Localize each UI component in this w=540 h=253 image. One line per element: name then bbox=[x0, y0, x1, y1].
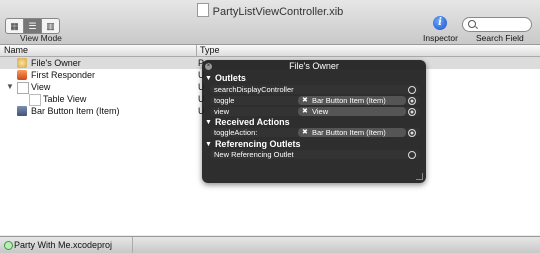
disclosure-triangle-icon[interactable]: ▼ bbox=[6, 81, 14, 93]
connection-circle-icon[interactable] bbox=[408, 129, 416, 137]
icon-view-button[interactable]: ▦ bbox=[6, 19, 24, 33]
bar-button-item-icon bbox=[17, 106, 27, 116]
column-header-type[interactable]: Type bbox=[200, 45, 220, 55]
column-divider[interactable] bbox=[196, 45, 197, 56]
received-actions-section-header[interactable]: ▼ Received Actions bbox=[205, 117, 290, 127]
row-name: Bar Button Item (Item) bbox=[31, 106, 120, 116]
connection-target[interactable]: ✖ Bar Button Item (Item) bbox=[298, 96, 406, 105]
outlet-row[interactable]: view ✖ View bbox=[210, 107, 420, 116]
referencing-outlets-section-header[interactable]: ▼ Referencing Outlets bbox=[205, 139, 300, 149]
disconnect-icon[interactable]: ✖ bbox=[302, 128, 308, 137]
info-icon[interactable]: i bbox=[433, 16, 447, 30]
toolbar: PartyListViewController.xib ▦ ☰ ▥ View M… bbox=[0, 0, 540, 45]
disclosure-triangle-icon: ▼ bbox=[205, 119, 212, 126]
connection-target[interactable]: ✖ View bbox=[298, 107, 406, 116]
connection-circle-icon[interactable] bbox=[408, 151, 416, 159]
connection-circle-icon[interactable] bbox=[408, 108, 416, 116]
action-row[interactable]: toggleAction: ✖ Bar Button Item (Item) bbox=[210, 128, 420, 137]
row-name: View bbox=[31, 82, 51, 92]
disclosure-triangle-icon: ▼ bbox=[205, 141, 212, 148]
files-owner-icon bbox=[17, 58, 27, 68]
view-mode-label: View Mode bbox=[20, 33, 62, 43]
connection-circle-icon[interactable] bbox=[408, 86, 416, 94]
row-name: Table View bbox=[43, 94, 87, 104]
outlet-row[interactable]: searchDisplayController bbox=[210, 85, 420, 94]
connection-circle-icon[interactable] bbox=[408, 97, 416, 105]
document-icon bbox=[196, 3, 209, 17]
disclosure-triangle-icon: ▼ bbox=[205, 75, 212, 82]
row-name: File's Owner bbox=[31, 58, 81, 68]
connection-target[interactable]: ✖ Bar Button Item (Item) bbox=[298, 128, 406, 137]
search-icon bbox=[468, 20, 476, 28]
row-name: First Responder bbox=[31, 70, 96, 80]
resize-grip-icon[interactable] bbox=[416, 173, 423, 180]
disconnect-icon[interactable]: ✖ bbox=[302, 96, 308, 105]
search-input[interactable] bbox=[462, 17, 532, 32]
list-view-button[interactable]: ☰ bbox=[24, 19, 42, 33]
window-title: PartyListViewController.xib bbox=[0, 3, 540, 18]
hud-title: File's Owner bbox=[289, 61, 339, 71]
status-bar: Party With Me.xcodeproj bbox=[0, 236, 540, 253]
table-header: Name Type bbox=[0, 45, 540, 57]
outlet-name: toggle bbox=[214, 96, 235, 105]
project-name[interactable]: Party With Me.xcodeproj bbox=[14, 240, 112, 250]
status-divider bbox=[132, 237, 133, 253]
action-name: toggleAction: bbox=[214, 128, 258, 137]
outlet-row[interactable]: toggle ✖ Bar Button Item (Item) bbox=[210, 96, 420, 105]
interface-builder-window: PartyListViewController.xib ▦ ☰ ▥ View M… bbox=[0, 0, 540, 253]
outlets-section-header[interactable]: ▼ Outlets bbox=[205, 73, 246, 83]
referencing-outlet-row[interactable]: New Referencing Outlet bbox=[210, 150, 420, 159]
column-header-name[interactable]: Name bbox=[4, 45, 28, 55]
search-field-label: Search Field bbox=[476, 33, 524, 43]
disconnect-icon[interactable]: ✖ bbox=[302, 107, 308, 116]
connections-hud-panel[interactable]: × File's Owner ▼ Outlets searchDisplayCon… bbox=[202, 60, 426, 183]
first-responder-icon bbox=[17, 70, 27, 80]
outlet-name: searchDisplayController bbox=[214, 85, 294, 94]
referencing-outlet-name: New Referencing Outlet bbox=[214, 150, 294, 159]
column-view-button[interactable]: ▥ bbox=[42, 19, 59, 33]
outlet-name: view bbox=[214, 107, 230, 116]
inspector-label: Inspector bbox=[423, 33, 458, 43]
view-mode-segmented-control[interactable]: ▦ ☰ ▥ bbox=[5, 18, 60, 34]
project-status-icon bbox=[4, 241, 13, 250]
